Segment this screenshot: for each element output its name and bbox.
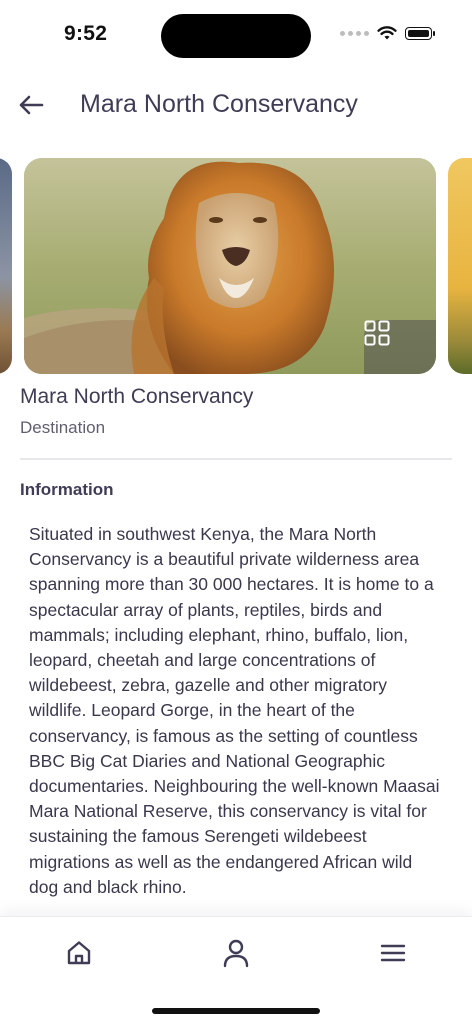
image-carousel[interactable] <box>0 158 472 374</box>
home-indicator <box>152 1008 320 1014</box>
tab-profile[interactable] <box>216 935 256 971</box>
menu-icon <box>380 944 406 962</box>
gallery-button[interactable] <box>364 320 436 374</box>
place-name: Mara North Conservancy <box>20 385 254 408</box>
tab-menu[interactable] <box>373 935 413 971</box>
divider <box>20 458 452 460</box>
page-title: Mara North Conservancy <box>80 90 358 118</box>
tab-home[interactable] <box>59 935 99 971</box>
home-icon <box>67 941 91 965</box>
carousel-next-image[interactable] <box>448 158 472 374</box>
wifi-icon <box>377 26 397 40</box>
place-type: Destination <box>20 418 106 437</box>
status-icons <box>340 26 435 41</box>
back-button[interactable] <box>14 88 48 122</box>
signal-icon <box>340 31 369 36</box>
status-time: 9:52 <box>64 22 108 45</box>
dynamic-island <box>161 14 311 58</box>
information-text: Situated in southwest Kenya, the Mara No… <box>29 524 440 897</box>
user-icon <box>223 939 249 968</box>
grid-icon <box>364 320 390 346</box>
battery-icon <box>405 27 435 40</box>
information-heading: Information <box>20 480 114 499</box>
carousel-prev-image[interactable] <box>0 158 12 374</box>
status-bar: 9:52 <box>0 0 472 72</box>
arrow-left-icon <box>19 95 44 115</box>
header: Mara North Conservancy <box>0 72 472 138</box>
carousel-main-image[interactable] <box>24 158 436 374</box>
